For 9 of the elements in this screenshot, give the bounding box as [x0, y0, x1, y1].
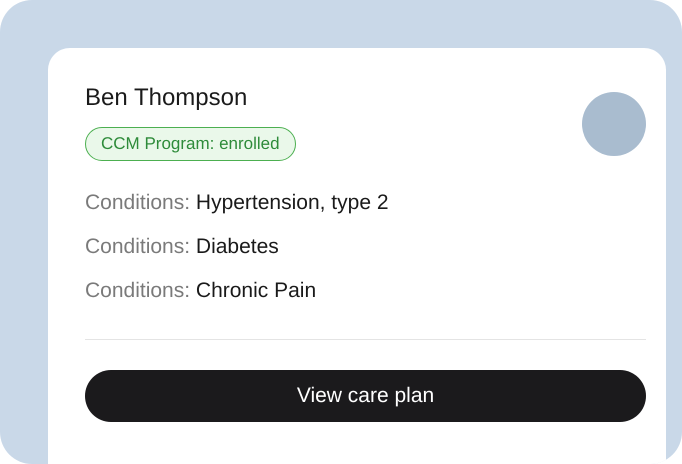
condition-label: Conditions: — [85, 235, 190, 258]
patient-name: Ben Thompson — [85, 84, 248, 112]
condition-value: Hypertension, type 2 — [196, 191, 389, 214]
condition-label: Conditions: — [85, 279, 190, 302]
condition-value: Chronic Pain — [196, 279, 316, 302]
condition-label: Conditions: — [85, 191, 190, 214]
enrollment-badge: CCM Program: enrolled — [85, 127, 296, 161]
condition-value: Diabetes — [196, 235, 279, 258]
view-care-plan-button[interactable]: View care plan — [85, 370, 646, 422]
